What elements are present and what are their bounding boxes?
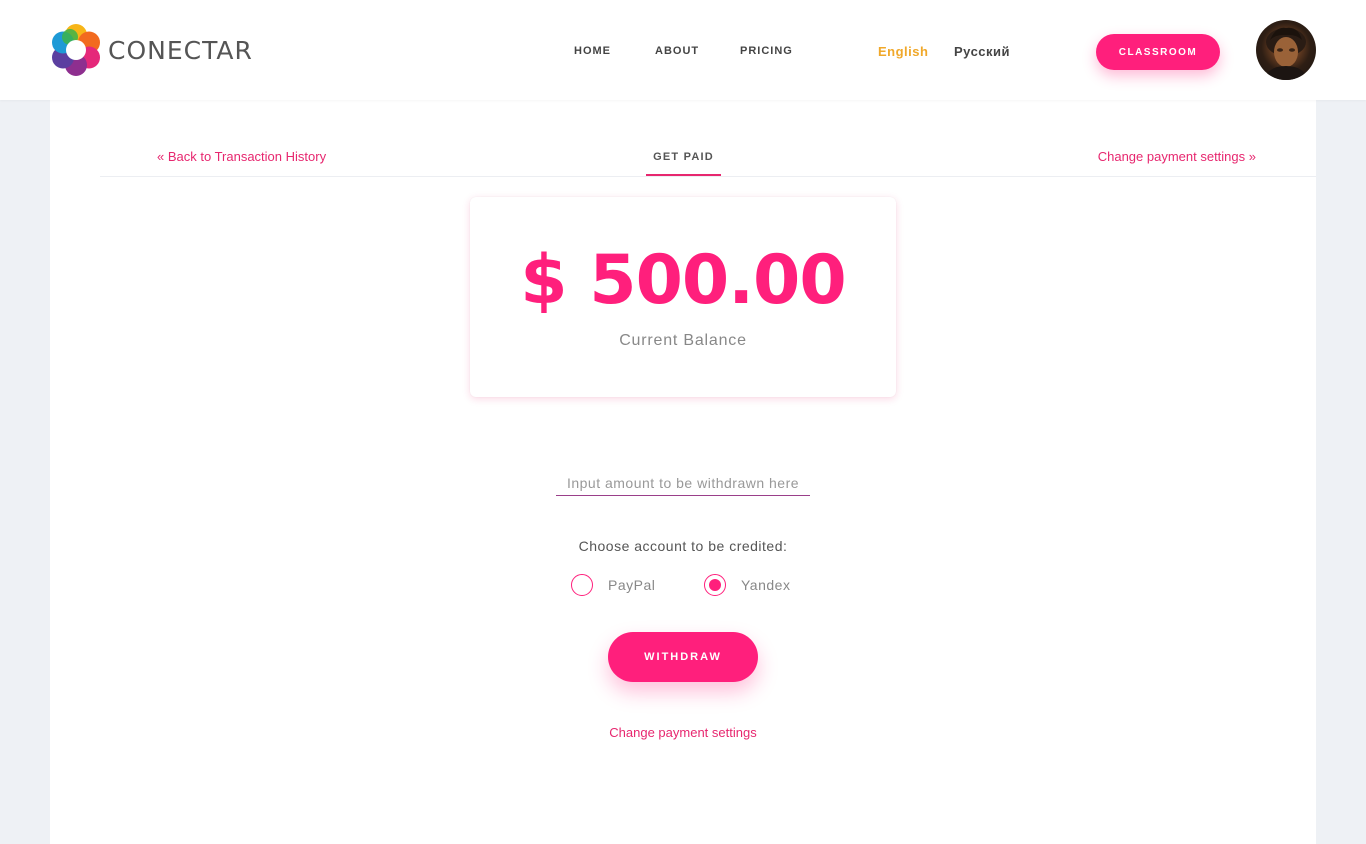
brand-name: CONECTAR [108,35,253,65]
brand-logo[interactable]: CONECTAR [50,24,253,76]
language-russian[interactable]: Русский [954,44,1010,59]
back-to-transaction-history-link[interactable]: « Back to Transaction History [157,149,326,164]
change-payment-settings-link-bottom[interactable]: Change payment settings [50,725,1316,740]
radio-selected-dot [709,579,721,591]
conectar-logo-icon [52,24,100,76]
radio-paypal[interactable] [571,574,593,596]
nav-pricing[interactable]: PRICING [740,45,793,57]
balance-label: Current Balance [619,332,747,349]
language-english[interactable]: English [878,44,928,59]
avatar-portrait-icon [1264,27,1308,80]
withdraw-button[interactable]: WITHDRAW [608,632,758,682]
nav-home[interactable]: HOME [574,45,611,57]
balance-card: $ 500.00 [470,197,896,397]
account-option-yandex[interactable]: Yandex [704,574,790,596]
radio-label-yandex: Yandex [741,577,791,593]
account-option-paypal[interactable]: PayPal [571,574,655,596]
change-payment-settings-link-top[interactable]: Change payment settings » [1098,149,1256,164]
balance-amount: $ 500.00 [520,241,846,320]
payout-subnav: « Back to Transaction History GET PAID C… [100,100,1316,177]
radio-label-paypal: PayPal [608,577,656,593]
nav-about[interactable]: ABOUT [655,45,699,57]
radio-yandex[interactable] [704,574,726,596]
tab-get-paid[interactable]: GET PAID [646,151,721,176]
choose-account-label: Choose account to be credited: [578,538,788,554]
withdraw-amount-input[interactable] [556,470,810,496]
main-panel: « Back to Transaction History GET PAID C… [50,100,1316,844]
classroom-button[interactable]: CLASSROOM [1096,34,1220,70]
top-header: CONECTAR HOME ABOUT PRICING English Русс… [0,0,1366,100]
user-avatar[interactable] [1256,20,1316,80]
